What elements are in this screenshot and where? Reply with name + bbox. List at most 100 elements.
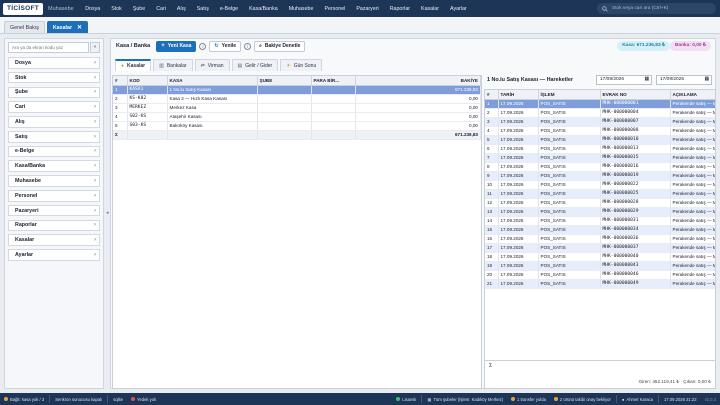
- balance-check-button[interactable]: ⌕ Bakiye Denetle: [254, 40, 306, 52]
- sidebar-item-ebelge[interactable]: e-Belge ›: [8, 145, 100, 158]
- menu-pazaryeri[interactable]: Pazaryeri: [351, 6, 384, 12]
- table-row[interactable]: 4 17.09.2026 POS_SATIS MHK-000000008 Peraken…: [485, 126, 715, 136]
- sidebar-item-ayarlar[interactable]: Ayarlar ›: [8, 249, 100, 261]
- status-transfer[interactable]: 1 transfer yolda: [511, 397, 546, 402]
- info-icon[interactable]: i: [244, 42, 252, 50]
- menu-kasa-banka[interactable]: Kasa/Banka: [244, 6, 284, 12]
- date-from-field[interactable]: 17/09/2026 ▦: [596, 74, 652, 85]
- sidebar-item-stok[interactable]: Stok ›: [8, 71, 100, 84]
- cell: MHK-000000025: [600, 189, 671, 199]
- sidebar-item-sube[interactable]: Şube ›: [8, 86, 100, 99]
- sidebar-item-dosya[interactable]: Dosya ›: [8, 57, 100, 69]
- subtab-virman[interactable]: ⇄ Virman: [194, 59, 230, 71]
- table-row[interactable]: 12 17.09.2026 POS_SATIS MHK-000000028 Perake…: [485, 198, 715, 208]
- calendar-icon[interactable]: ▦: [644, 77, 649, 82]
- status-approval[interactable]: 2 ürünü takibi onay bekliyor: [553, 397, 611, 402]
- menu-ayarlar[interactable]: Ayarlar: [445, 6, 473, 12]
- table-row[interactable]: 6 17.09.2026 POS_SATIS MHK-000000013 Peraken…: [485, 144, 715, 154]
- table-row[interactable]: 11 17.09.2026 POS_SATIS MHK-000000025 Perake…: [485, 189, 715, 199]
- sidebar-item-pazaryeri[interactable]: Pazaryeri ›: [8, 204, 100, 217]
- sidebar-item-kasa-banka[interactable]: Kasa/Banka ›: [8, 160, 100, 173]
- table-row[interactable]: 18 17.09.2026 POS_SATIS MHK-000000040 Perake…: [485, 252, 715, 262]
- cell: [257, 121, 312, 131]
- bank-icon: ▥: [159, 62, 164, 69]
- calendar-icon[interactable]: ▦: [704, 77, 709, 82]
- table-row[interactable]: 9 17.09.2026 POS_SATIS MHK-000000019 Peraken…: [485, 171, 715, 181]
- table-row[interactable]: 20 17.09.2026 POS_SATIS MHK-000000046 Perake…: [485, 270, 715, 280]
- sidebar-item-raporlar[interactable]: Raporlar ›: [8, 219, 100, 232]
- menu-dosya[interactable]: Dosya: [80, 6, 106, 12]
- chevron-right-icon: ›: [94, 222, 96, 229]
- cell: 17.09.2026: [498, 135, 539, 145]
- table-row[interactable]: 8 17.09.2026 POS_SATIS MHK-000000016 Peraken…: [485, 162, 715, 172]
- date-to-field[interactable]: 17/09/2026 ▦: [656, 74, 712, 85]
- column-header[interactable]: KOD: [127, 76, 168, 86]
- global-search[interactable]: Stok veya cari ara (Ctrl+K): [597, 3, 716, 14]
- table-row[interactable]: 7 17.09.2026 POS_SATIS MHK-000000015 Peraken…: [485, 153, 715, 163]
- cell: MHK-000000031: [600, 216, 671, 226]
- column-header[interactable]: İŞLEM: [538, 90, 601, 100]
- table-row[interactable]: 1 17.09.2026 POS_SATIS MHK-000000001 Peraken…: [485, 99, 715, 109]
- table-row[interactable]: 17 17.09.2026 POS_SATIS MHK-000000037 Perake…: [485, 243, 715, 253]
- subtab-gun-sonu[interactable]: ☀ Gün Sonu: [280, 59, 323, 71]
- table-row[interactable]: 2 17.09.2026 POS_SATIS MHK-000000004 Peraken…: [485, 108, 715, 118]
- cell: POS_SATIS: [538, 144, 601, 154]
- subtab-label: Gelir / Gider: [245, 62, 273, 69]
- new-kasa-button[interactable]: + Yeni Kasa: [156, 40, 197, 52]
- column-header[interactable]: AÇIKLAMA: [670, 90, 715, 100]
- status-user[interactable]: ● Ahmet Karaca: [622, 397, 653, 402]
- column-header[interactable]: BAKİYE: [355, 76, 481, 86]
- menu-satis[interactable]: Satış: [191, 6, 214, 12]
- sidebar-collapse-button[interactable]: «: [90, 42, 100, 53]
- menu-stok[interactable]: Stok: [106, 6, 128, 12]
- menu-kasalar[interactable]: Kasalar: [416, 6, 445, 12]
- subtab-kasalar[interactable]: ● Kasalar: [115, 59, 152, 71]
- table-row[interactable]: 4 S02-KS Ataşehir Kasası 0,00: [113, 112, 481, 122]
- table-row[interactable]: 3 MERKEZ Merkez Kasa 0,00: [113, 103, 481, 113]
- info-icon[interactable]: i: [199, 42, 207, 50]
- tab-genel-bakis[interactable]: Genel Bakış: [4, 21, 45, 33]
- column-header[interactable]: TARİH: [498, 90, 539, 100]
- table-row[interactable]: 3 17.09.2026 POS_SATIS MHK-000000007 Peraken…: [485, 117, 715, 127]
- menu-sube[interactable]: Şube: [127, 6, 150, 12]
- column-header[interactable]: EVRAK NO: [600, 90, 671, 100]
- menu-muhasebe[interactable]: Muhasebe: [283, 6, 319, 12]
- status-branch[interactable]: ▦ Tüm şubeler (İşlem: Kadıköy Merkez): [427, 397, 503, 402]
- table-row[interactable]: 13 17.09.2026 POS_SATIS MHK-000000029 Perake…: [485, 207, 715, 217]
- table-row[interactable]: 16 17.09.2026 POS_SATIS MHK-000000036 Perake…: [485, 234, 715, 244]
- column-header[interactable]: #: [485, 90, 499, 100]
- sidebar-item-cari[interactable]: Cari ›: [8, 101, 100, 113]
- tab-kasalar[interactable]: Kasalar ✕: [46, 21, 89, 34]
- sidebar-item-personel[interactable]: Personel ›: [8, 190, 100, 202]
- sidebar-item-alis[interactable]: Alış ›: [8, 116, 100, 128]
- movements-table: # TARİH İŞLEM EVRAK NO AÇIKLAMA 1 17.09.2…: [485, 90, 715, 289]
- cell: POS_SATIS: [538, 108, 601, 118]
- table-row[interactable]: 10 17.09.2026 POS_SATIS MHK-000000022 Perake…: [485, 180, 715, 190]
- table-row[interactable]: 15 17.09.2026 POS_SATIS MHK-000000034 Perake…: [485, 225, 715, 235]
- table-row[interactable]: 5 S03-KS Bakırköy Kasası 0,00: [113, 121, 481, 131]
- column-header[interactable]: #: [113, 76, 128, 86]
- table-row[interactable]: 5 17.09.2026 POS_SATIS MHK-000000010 Peraken…: [485, 135, 715, 145]
- menu-personel[interactable]: Personel: [319, 6, 351, 12]
- sidebar-item-kasalar[interactable]: Kasalar ›: [8, 234, 100, 246]
- table-row[interactable]: 21 17.09.2026 POS_SATIS MHK-000000049 Perake…: [485, 279, 715, 289]
- menu-ebelge[interactable]: e-Belge: [214, 6, 243, 12]
- subtab-bankalar[interactable]: ▥ Bankalar: [153, 59, 193, 71]
- menu-cari[interactable]: Cari: [151, 6, 172, 12]
- menu-alis[interactable]: Alış: [171, 6, 191, 12]
- table-row[interactable]: 1 KASA1 1 No.lu Satış Kasası 671.236,83: [113, 85, 481, 95]
- refresh-button[interactable]: ↻ Yenile: [209, 40, 242, 52]
- splitter-handle[interactable]: ◂: [106, 210, 109, 216]
- table-row[interactable]: 14 17.09.2026 POS_SATIS MHK-000000031 Perake…: [485, 216, 715, 226]
- table-row[interactable]: 19 17.09.2026 POS_SATIS MHK-000000043 Perake…: [485, 261, 715, 271]
- table-row[interactable]: 2 KS-K02 Kasa 2 — Hızlı Kasa Kasası 0,00: [113, 94, 481, 104]
- column-header[interactable]: ŞUBE: [257, 76, 312, 86]
- column-header[interactable]: KASA: [167, 76, 258, 86]
- menu-raporlar[interactable]: Raporlar: [384, 6, 415, 12]
- column-header[interactable]: PARA BİR...: [311, 76, 356, 86]
- sidebar-item-muhasebe[interactable]: Muhasebe ›: [8, 175, 100, 187]
- sidebar-item-satis[interactable]: Satış ›: [8, 130, 100, 143]
- close-icon[interactable]: ✕: [77, 22, 82, 34]
- subtab-gelir-gider[interactable]: ▤ Gelir / Gider: [231, 59, 279, 71]
- sidebar-search-input[interactable]: [8, 42, 89, 53]
